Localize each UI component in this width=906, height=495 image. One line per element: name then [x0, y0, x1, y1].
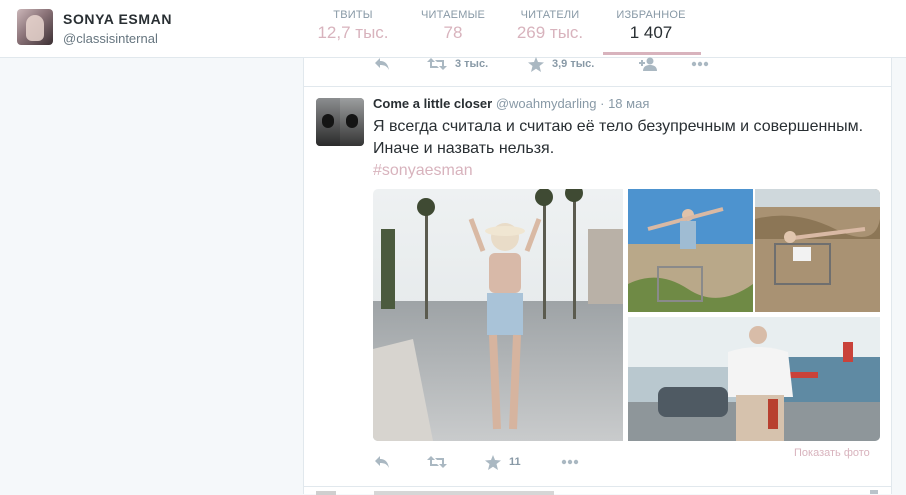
tweet-photo-4[interactable] — [628, 317, 880, 441]
stat-followers-value: 269 тыс. — [516, 23, 584, 42]
tweet-author-avatar[interactable] — [316, 98, 364, 146]
tweet-divider — [304, 86, 891, 87]
reply-button[interactable] — [374, 452, 390, 472]
tweet-hashtag[interactable]: #sonyaesman — [373, 162, 473, 179]
tweet-photo-grid — [373, 189, 880, 441]
prev-favorite-button[interactable]: 3,9 тыс. — [528, 54, 594, 74]
timeline-column: 3 тыс. 3,9 тыс. Come a little closer @wo… — [303, 56, 892, 495]
profile-name[interactable]: SONYA ESMAN — [63, 11, 172, 27]
retweet-button[interactable] — [427, 452, 447, 472]
stat-followers[interactable]: ЧИТАТЕЛИ 269 тыс. — [505, 9, 595, 43]
tweet-photo-3[interactable] — [755, 189, 880, 312]
prev-follow-button[interactable] — [638, 54, 658, 74]
prev-favorite-count: 3,9 тыс. — [552, 58, 595, 70]
prev-more-button[interactable] — [691, 54, 709, 74]
profile-handle[interactable]: @classisinternal — [63, 31, 158, 46]
stat-followers-label: ЧИТАТЕЛИ — [520, 9, 580, 21]
favorite-count: 11 — [509, 456, 521, 468]
tweet-separator: · — [600, 96, 605, 111]
prev-retweet-button[interactable]: 3 тыс. — [427, 54, 488, 74]
reply-icon — [374, 57, 390, 71]
star-icon — [485, 454, 501, 470]
tweet-text-block: Я всегда считала и считаю её тело безупр… — [373, 116, 878, 182]
prev-retweet-count: 3 тыс. — [455, 58, 489, 70]
tweet-date[interactable]: 18 мая — [608, 96, 649, 111]
stat-following[interactable]: ЧИТАЕМЫЕ 78 — [408, 9, 498, 43]
stat-tweets-value: 12,7 тыс. — [317, 23, 389, 42]
tweet-text: Я всегда считала и считаю её тело безупр… — [373, 118, 864, 157]
tweet-photo-1[interactable] — [373, 189, 623, 441]
tweet-header: Come a little closer @woahmydarling · 18… — [373, 96, 649, 111]
stat-favorites-label: ИЗБРАННОЕ — [616, 9, 686, 21]
tweet-author-handle[interactable]: @woahmydarling — [496, 96, 597, 111]
tweet-author-name[interactable]: Come a little closer — [373, 96, 492, 111]
stat-favorites[interactable]: ИЗБРАННОЕ 1 407 — [606, 9, 696, 43]
prev-reply-button[interactable] — [374, 54, 390, 74]
profile-avatar[interactable] — [17, 9, 53, 45]
stat-tweets-label: ТВИТЫ — [333, 9, 373, 21]
follow-icon — [638, 57, 658, 71]
show-photo-link[interactable]: Показать фото — [794, 447, 870, 459]
retweet-icon — [427, 455, 447, 469]
profile-header: SONYA ESMAN @classisinternal ТВИТЫ 12,7 … — [0, 0, 906, 58]
reply-icon — [374, 455, 390, 469]
more-icon — [561, 459, 579, 465]
star-icon — [528, 56, 544, 72]
favorite-button[interactable]: 11 — [485, 452, 521, 472]
prev-tweet-actions: 3 тыс. 3,9 тыс. — [304, 54, 891, 74]
more-button[interactable] — [561, 452, 579, 472]
tweet-photo-2[interactable] — [628, 189, 753, 312]
stat-following-value: 78 — [443, 23, 463, 42]
stat-following-label: ЧИТАЕМЫЕ — [420, 9, 486, 21]
stat-favorites-value: 1 407 — [629, 23, 673, 42]
more-icon — [691, 61, 709, 67]
stat-tweets[interactable]: ТВИТЫ 12,7 тыс. — [308, 9, 398, 43]
retweet-icon — [427, 57, 447, 71]
